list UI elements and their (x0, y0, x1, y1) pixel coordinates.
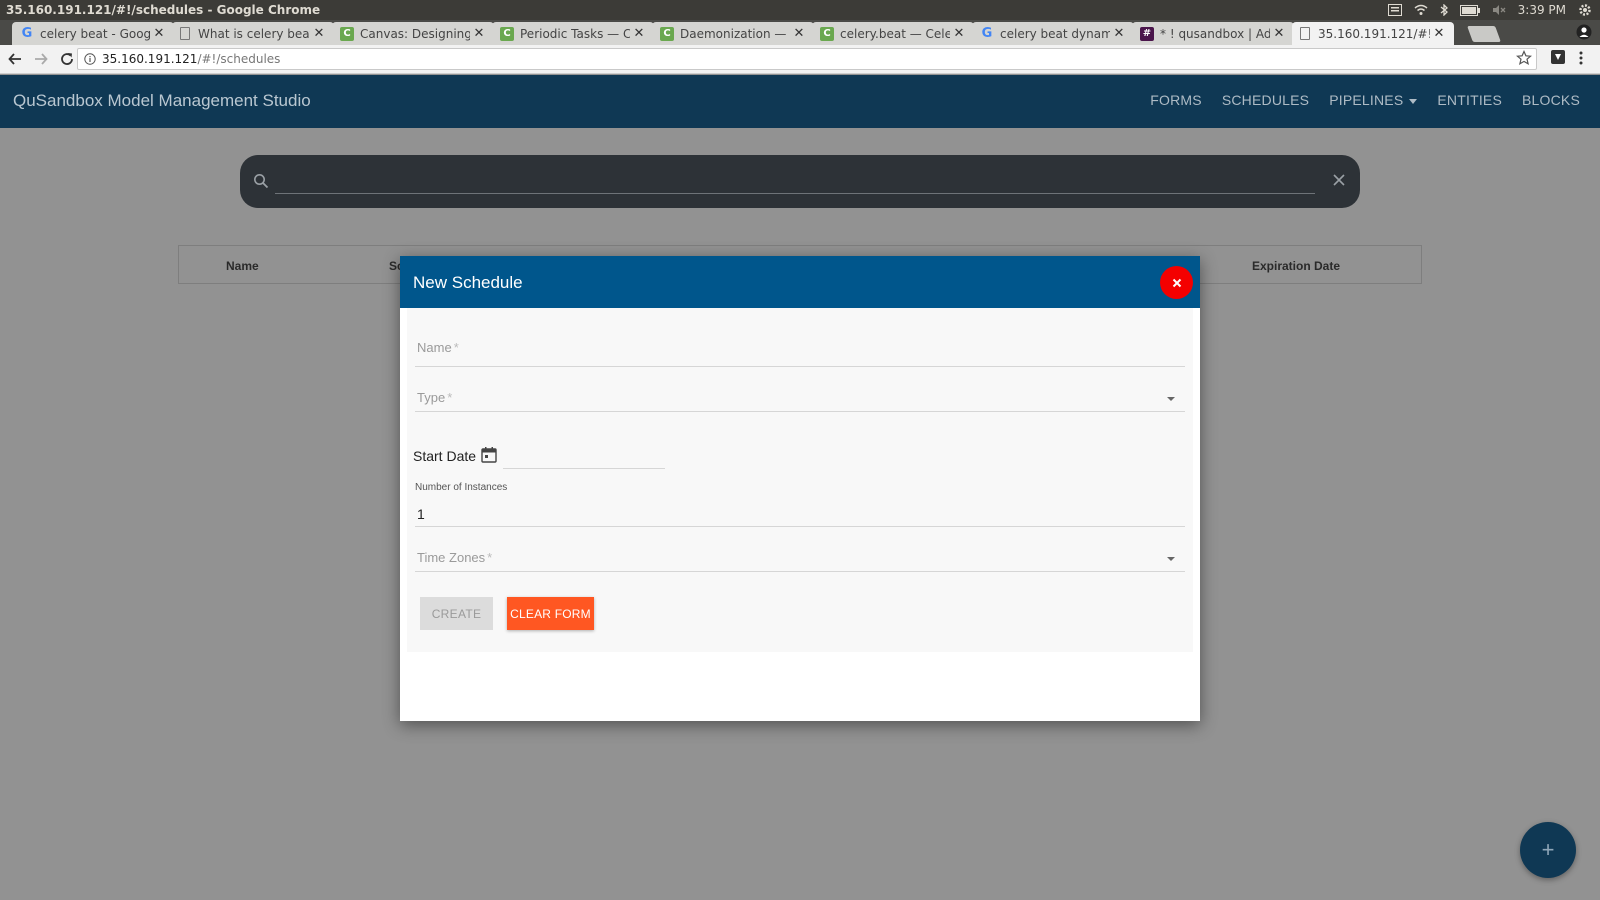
type-select[interactable]: Type * (415, 380, 1185, 418)
browser-tab[interactable]: G celery beat - Google ✕ (12, 22, 174, 45)
celery-icon: C (820, 26, 834, 41)
type-placeholder: Type * (417, 390, 453, 405)
tab-strip: G celery beat - Google ✕ What is celery … (0, 20, 1600, 45)
browser-tab[interactable]: C celery.beat — Celer ✕ (812, 22, 974, 45)
close-icon (1172, 278, 1181, 287)
column-header-expiration-date[interactable]: Expiration Date (1252, 259, 1340, 273)
clear-form-button[interactable]: CLEAR FORM (507, 597, 594, 630)
search-input[interactable] (275, 169, 1315, 193)
browser-tab[interactable]: C Canvas: Designing ✕ (332, 22, 494, 45)
celery-icon: C (500, 26, 514, 41)
timezones-placeholder: Time Zones * (417, 550, 493, 565)
name-field[interactable]: Name * (415, 330, 1185, 368)
close-tab-icon[interactable]: ✕ (1430, 26, 1448, 41)
arrow-left-icon (8, 53, 21, 65)
address-bar[interactable]: 35.160.191.121/#!/schedules (77, 48, 1537, 70)
close-tab-icon[interactable]: ✕ (1270, 26, 1288, 41)
instances-value: 1 (417, 506, 425, 522)
nav-schedules[interactable]: SCHEDULES (1222, 92, 1309, 108)
close-tab-icon[interactable]: ✕ (150, 26, 168, 41)
url-path: /#!/schedules (197, 52, 281, 66)
document-icon (180, 27, 190, 40)
close-tab-icon[interactable]: ✕ (950, 26, 968, 41)
nav-pipelines[interactable]: PIPELINES (1329, 92, 1418, 108)
close-tab-icon[interactable]: ✕ (470, 26, 488, 41)
keyboard-icon[interactable] (1387, 4, 1402, 16)
dialog-title: New Schedule (413, 273, 523, 292)
search-icon (254, 174, 269, 189)
name-placeholder: Name * (417, 340, 459, 355)
url-host: 35.160.191.121 (102, 52, 198, 66)
browser-tab-active[interactable]: 35.160.191.121/#!/s ✕ (1292, 22, 1454, 45)
instances-underline (415, 526, 1185, 527)
close-tab-icon[interactable]: ✕ (310, 26, 328, 41)
new-schedule-dialog: New Schedule Name * Type * Start Date Numb… (400, 256, 1200, 721)
close-dialog-button[interactable] (1160, 266, 1193, 299)
info-icon[interactable] (84, 53, 96, 65)
celery-icon: C (340, 26, 354, 41)
type-underline (415, 411, 1185, 412)
forward-button[interactable] (30, 48, 52, 70)
bluetooth-icon[interactable] (1440, 4, 1448, 16)
schedule-form: Name * Type * Start Date Number of Instanc… (407, 308, 1193, 652)
more-vert-icon[interactable] (1578, 50, 1584, 66)
window-title-bar: 35.160.191.121/#!/schedules - Google Chr… (0, 0, 1600, 20)
browser-toolbar: 35.160.191.121/#!/schedules (0, 45, 1600, 74)
extension-icon[interactable] (1550, 49, 1566, 65)
reload-button[interactable] (56, 48, 78, 70)
search-bar (240, 155, 1360, 208)
celery-icon: C (660, 26, 674, 41)
nav-entities[interactable]: ENTITIES (1437, 92, 1502, 108)
arrow-right-icon (35, 53, 48, 65)
google-icon: G (21, 26, 33, 41)
browser-tab[interactable]: G celery beat dynami ✕ (972, 22, 1134, 45)
wifi-icon[interactable] (1414, 4, 1428, 16)
volume-muted-icon[interactable] (1492, 4, 1506, 16)
app-nav: FORMS SCHEDULES PIPELINES ENTITIES BLOCK… (1150, 92, 1580, 108)
browser-tab[interactable]: C Daemonization — C ✕ (652, 22, 814, 45)
profile-icon[interactable] (1576, 24, 1592, 40)
back-button[interactable] (4, 48, 26, 70)
nav-pipelines-label: PIPELINES (1329, 92, 1404, 108)
nav-forms[interactable]: FORMS (1150, 92, 1202, 108)
add-schedule-button[interactable]: + (1520, 822, 1576, 878)
instances-label: Number of Instances (415, 482, 508, 493)
slack-icon: # (1140, 26, 1154, 41)
dropdown-arrow-icon (1167, 557, 1175, 561)
close-tab-icon[interactable]: ✕ (1110, 26, 1128, 41)
column-header-name[interactable]: Name (226, 259, 259, 273)
google-icon: G (981, 26, 993, 41)
instances-input[interactable]: 1 (415, 498, 1185, 528)
start-date-input[interactable] (503, 468, 665, 469)
dropdown-arrow-icon (1167, 397, 1175, 401)
new-tab-button[interactable] (1467, 26, 1501, 42)
browser-tab[interactable]: What is celery beat ✕ (172, 22, 334, 45)
close-tab-icon[interactable]: ✕ (630, 26, 648, 41)
system-tray: 3:39 PM (1387, 0, 1592, 20)
clock[interactable]: 3:39 PM (1518, 3, 1566, 17)
name-underline (415, 366, 1185, 367)
caret-down-icon (1409, 98, 1418, 104)
battery-icon[interactable] (1459, 4, 1480, 16)
dialog-header: New Schedule (400, 256, 1200, 308)
browser-tab[interactable]: # * ! qusandbox | Ada ✕ (1132, 22, 1294, 45)
close-tab-icon[interactable]: ✕ (790, 26, 808, 41)
reload-icon (61, 53, 73, 65)
settings-gear-icon[interactable] (1578, 3, 1592, 17)
close-icon[interactable] (1332, 173, 1346, 187)
nav-blocks[interactable]: BLOCKS (1522, 92, 1580, 108)
search-underline (275, 193, 1315, 194)
start-date-label: Start Date (413, 448, 477, 464)
bookmark-star-icon[interactable] (1516, 50, 1532, 66)
timezones-underline (415, 571, 1185, 572)
app-title[interactable]: QuSandbox Model Management Studio (13, 91, 311, 111)
timezones-select[interactable]: Time Zones * (415, 540, 1185, 574)
calendar-icon[interactable] (481, 446, 497, 463)
document-icon (1300, 27, 1310, 40)
create-button[interactable]: CREATE (420, 597, 493, 630)
plus-icon: + (1541, 837, 1555, 862)
window-title: 35.160.191.121/#!/schedules - Google Chr… (6, 3, 321, 17)
browser-tab[interactable]: C Periodic Tasks — Ce ✕ (492, 22, 654, 45)
app-header: QuSandbox Model Management Studio FORMS … (0, 75, 1600, 128)
